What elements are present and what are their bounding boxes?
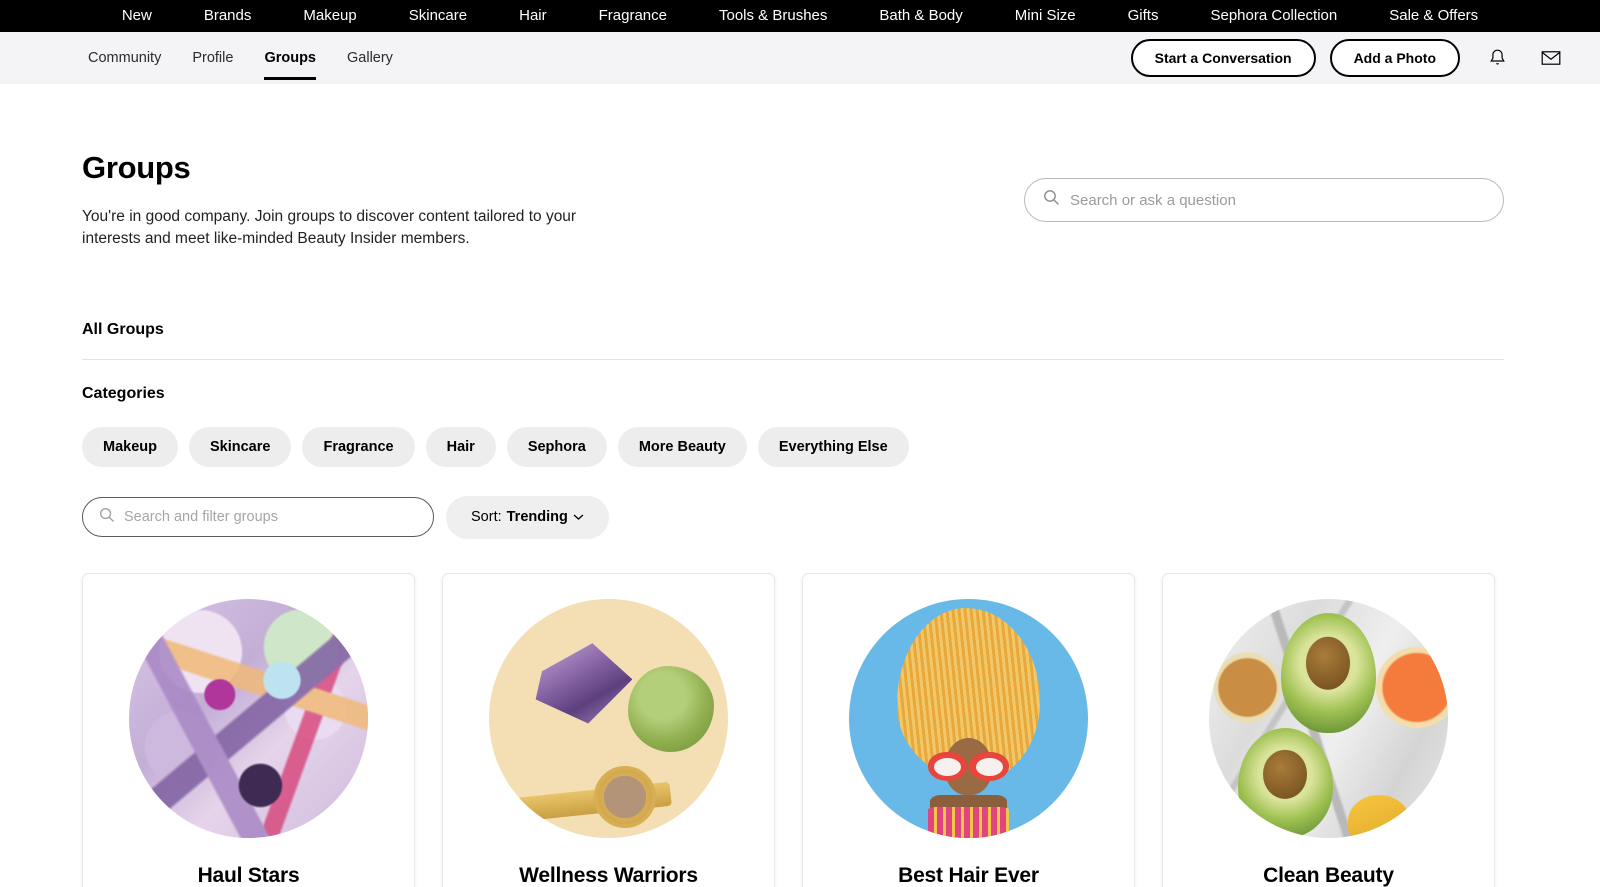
group-card[interactable]: Clean Beauty 54676: [1162, 572, 1495, 887]
categories-heading: Categories: [82, 384, 165, 402]
group-card[interactable]: Haul Stars 49867: [82, 572, 415, 887]
hero-text-block: Groups You're in good company. Join grou…: [82, 150, 642, 251]
bell-icon[interactable]: [1480, 41, 1514, 75]
group-title: Clean Beauty: [1263, 863, 1394, 887]
subnav-tab-list: Community Profile Groups Gallery: [88, 32, 393, 84]
page-subtitle: You're in good company. Join groups to d…: [82, 208, 577, 248]
group-card[interactable]: Best Hair Ever 179890: [802, 572, 1135, 887]
group-title: Wellness Warriors: [519, 863, 698, 887]
global-search-box[interactable]: [1024, 178, 1504, 222]
topnav-item-hair[interactable]: Hair: [493, 0, 573, 32]
group-search-input[interactable]: [124, 509, 417, 526]
topnav-item-sephora-collection[interactable]: Sephora Collection: [1184, 0, 1363, 32]
group-card-grid: Haul Stars 49867: [82, 572, 1504, 887]
category-pill-hair[interactable]: Hair: [425, 426, 496, 467]
section-divider: [82, 358, 1504, 360]
topnav-item-brands[interactable]: Brands: [178, 0, 278, 32]
topnav-item-new[interactable]: New: [96, 0, 178, 32]
tab-profile[interactable]: Profile: [192, 32, 233, 84]
search-icon: [99, 507, 115, 528]
topnav-item-tools-brushes[interactable]: Tools & Brushes: [693, 0, 853, 32]
primary-navigation: New Brands Makeup Skincare Hair Fragranc…: [0, 0, 1600, 32]
group-thumbnail-haul-stars: [129, 598, 368, 838]
hero-search-block: [1024, 150, 1504, 222]
topnav-item-skincare[interactable]: Skincare: [383, 0, 493, 32]
sort-value: Trending: [506, 509, 568, 526]
group-thumbnail-clean-beauty: [1209, 598, 1448, 838]
group-thumbnail-best-hair-ever: [849, 598, 1088, 838]
page-content: Groups You're in good company. Join grou…: [0, 84, 1600, 887]
topnav-item-fragrance[interactable]: Fragrance: [573, 0, 693, 32]
topnav-item-gifts[interactable]: Gifts: [1102, 0, 1185, 32]
chevron-down-icon: [573, 509, 584, 525]
category-pill-fragrance[interactable]: Fragrance: [302, 426, 415, 467]
category-pill-everything-else[interactable]: Everything Else: [757, 426, 909, 467]
envelope-icon[interactable]: [1534, 41, 1568, 75]
search-icon: [1043, 189, 1060, 211]
category-pill-more-beauty[interactable]: More Beauty: [617, 426, 747, 467]
topnav-item-makeup[interactable]: Makeup: [277, 0, 382, 32]
topnav-item-sale-offers[interactable]: Sale & Offers: [1363, 0, 1504, 32]
category-pill-sephora[interactable]: Sephora: [506, 426, 607, 467]
tab-gallery[interactable]: Gallery: [347, 32, 393, 84]
group-title: Haul Stars: [197, 863, 300, 887]
start-conversation-button[interactable]: Start a Conversation: [1130, 39, 1316, 77]
sort-dropdown[interactable]: Sort: Trending: [446, 495, 609, 539]
category-pill-makeup[interactable]: Makeup: [82, 426, 178, 467]
category-filter-list: Makeup Skincare Fragrance Hair Sephora M…: [82, 426, 1504, 467]
category-pill-skincare[interactable]: Skincare: [189, 426, 292, 467]
group-thumbnail-wellness-warriors: [489, 598, 728, 838]
group-card[interactable]: Wellness Warriors 14244: [442, 572, 775, 887]
tab-groups[interactable]: Groups: [264, 32, 316, 84]
all-groups-heading: All Groups: [82, 320, 164, 338]
community-subnav: Community Profile Groups Gallery Start a…: [0, 32, 1600, 84]
topnav-item-mini-size[interactable]: Mini Size: [989, 0, 1102, 32]
global-search-input[interactable]: [1070, 191, 1485, 209]
page-hero: Groups You're in good company. Join grou…: [82, 84, 1504, 251]
group-filter-row: Sort: Trending: [82, 495, 1504, 539]
add-photo-button[interactable]: Add a Photo: [1329, 39, 1460, 77]
topnav-item-bath-body[interactable]: Bath & Body: [853, 0, 988, 32]
sort-label: Sort:: [471, 509, 502, 526]
tab-community[interactable]: Community: [88, 32, 161, 84]
group-search-box[interactable]: [82, 497, 434, 538]
subnav-actions: Start a Conversation Add a Photo: [1130, 39, 1568, 77]
page-title: Groups: [82, 150, 191, 185]
group-title: Best Hair Ever: [898, 863, 1039, 887]
